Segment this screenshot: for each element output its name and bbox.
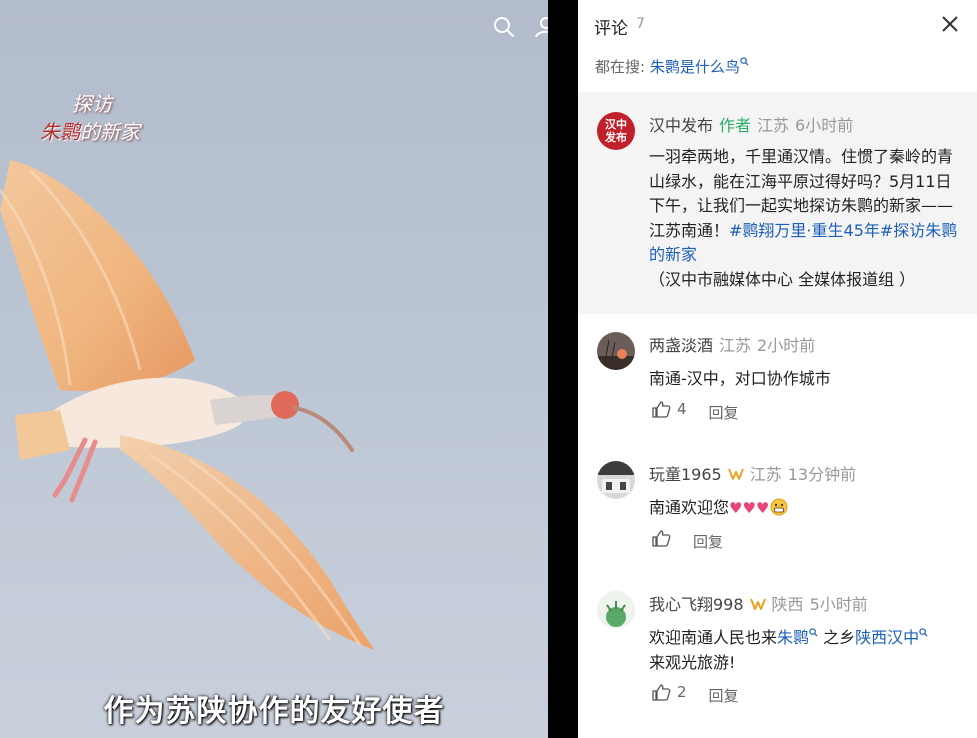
author-post: 汉中 发布 汉中发布 作者 江苏 6小时前 一羽牵两地，千里通汉情。住惯了秦岭的青山绿水… bbox=[578, 92, 977, 314]
comment-text: 南通-汉中，对口协作城市 bbox=[649, 369, 831, 388]
video-subtitle: 作为苏陕协作的友好使者 bbox=[103, 694, 445, 729]
comment-location: 江苏 bbox=[749, 465, 782, 484]
close-icon[interactable] bbox=[940, 14, 960, 34]
logo-line-1: 探访 bbox=[72, 92, 112, 116]
comments-panel: 评论 7 都在搜: 朱鹮是什么鸟 汉中 发布 汉中发布 作者 江苏 6小时前 一羽牵两地… bbox=[578, 0, 977, 738]
like-count: 4 bbox=[677, 400, 687, 418]
author-meta: 汉中发布 作者 江苏 6小时前 bbox=[649, 112, 853, 136]
search-link-ibis[interactable]: 朱鹮 bbox=[777, 627, 818, 647]
video-logo: 探访 朱鹮的新家 bbox=[40, 88, 170, 148]
link-text: 朱鹮 bbox=[777, 628, 810, 647]
search-icon[interactable] bbox=[491, 14, 517, 40]
comment-text: 欢迎南通人民也来朱鹮 之乡陕西汉中来观光旅游! bbox=[649, 625, 961, 675]
comment-text-b: 之乡 bbox=[818, 628, 856, 647]
comments-header: 评论 7 bbox=[578, 0, 977, 50]
link-text: 陕西汉中 bbox=[855, 628, 920, 647]
like-count: 2 bbox=[677, 683, 687, 701]
user-icon[interactable] bbox=[533, 14, 548, 40]
comment-time: 2小时前 bbox=[757, 336, 816, 355]
comment-actions: 2 回复 bbox=[651, 683, 739, 706]
reply-button[interactable]: 回复 bbox=[709, 685, 739, 706]
trending-link-text: 朱鹮是什么鸟 bbox=[649, 58, 740, 76]
logo-line-2: 朱鹮的新家 bbox=[40, 116, 140, 145]
trending-search-link[interactable]: 朱鹮是什么鸟 bbox=[649, 57, 749, 76]
comment-location: 陕西 bbox=[771, 595, 804, 614]
fan-badge-icon bbox=[749, 598, 766, 610]
comment-location: 江苏 bbox=[719, 336, 752, 355]
comment-meta: 玩童1965 江苏 13分钟前 bbox=[649, 461, 856, 485]
comment-text-c: 来观光旅游! bbox=[649, 653, 736, 672]
ibis-bird-image bbox=[0, 160, 375, 650]
commenter-avatar[interactable] bbox=[597, 461, 635, 499]
reply-button[interactable]: 回复 bbox=[693, 531, 723, 552]
logo-red-text: 朱鹮 bbox=[40, 120, 80, 144]
comment-actions: 4 回复 bbox=[651, 400, 739, 423]
fan-badge-icon bbox=[727, 468, 744, 480]
comment-meta: 两盏淡酒 江苏 2小时前 bbox=[649, 332, 815, 356]
thumbs-up-icon bbox=[652, 401, 671, 418]
commenter-avatar[interactable] bbox=[597, 332, 635, 370]
heart-emoji-icons: ♥♥♥ bbox=[729, 499, 770, 517]
comment-time: 5小时前 bbox=[809, 595, 868, 614]
grin-emoji-icon bbox=[770, 498, 788, 516]
commenter-avatar[interactable] bbox=[597, 591, 635, 629]
comment-actions: 回复 bbox=[651, 529, 723, 552]
trending-search: 都在搜: 朱鹮是什么鸟 bbox=[595, 56, 749, 77]
like-button[interactable]: 2 bbox=[651, 683, 687, 701]
author-location: 江苏 bbox=[757, 116, 790, 135]
comments-title: 评论 bbox=[594, 19, 628, 39]
comment-text-part: 南通欢迎您 bbox=[649, 498, 730, 517]
thumbs-up-icon bbox=[652, 530, 671, 547]
comment-time: 13分钟前 bbox=[787, 465, 857, 484]
author-name[interactable]: 汉中发布 bbox=[649, 116, 713, 135]
logo-white-text: 的新家 bbox=[80, 120, 140, 144]
search-link-hanzhong[interactable]: 陕西汉中 bbox=[855, 627, 928, 647]
video-gutter bbox=[548, 0, 578, 738]
small-search-icon bbox=[809, 627, 818, 637]
like-button[interactable]: 4 bbox=[651, 400, 687, 418]
comment-text-a: 欢迎南通人民也来 bbox=[649, 628, 778, 647]
like-button[interactable] bbox=[651, 529, 677, 547]
author-time: 6小时前 bbox=[795, 116, 854, 135]
video-player[interactable]: 探访 朱鹮的新家 作为苏陕协作的友好使者 bbox=[0, 0, 548, 738]
author-text-b: （汉中市融媒体中心 全媒体报道组 ） bbox=[649, 269, 916, 289]
small-search-icon bbox=[740, 57, 749, 66]
comment-text: 南通欢迎您♥♥♥ bbox=[649, 495, 961, 521]
author-tag: 作者 bbox=[719, 116, 752, 135]
comments-count: 7 bbox=[636, 16, 645, 32]
commenter-name[interactable]: 玩童1965 bbox=[649, 465, 722, 484]
hashtag-link-1[interactable]: #鹮翔万里·重生45年# bbox=[729, 221, 893, 240]
commenter-name[interactable]: 我心飞翔998 bbox=[649, 595, 744, 614]
comment-meta: 我心飞翔998 陕西 5小时前 bbox=[649, 591, 868, 615]
author-avatar[interactable]: 汉中 发布 bbox=[597, 112, 635, 150]
reply-button[interactable]: 回复 bbox=[709, 402, 739, 423]
commenter-name[interactable]: 两盏淡酒 bbox=[649, 336, 713, 355]
trending-prefix: 都在搜: bbox=[595, 58, 646, 76]
author-post-text: 一羽牵两地，千里通汉情。住惯了秦岭的青山绿水，能在江海平原过得好吗？5月11日下… bbox=[649, 145, 961, 292]
small-search-icon bbox=[919, 627, 928, 637]
thumbs-up-icon bbox=[652, 684, 671, 701]
